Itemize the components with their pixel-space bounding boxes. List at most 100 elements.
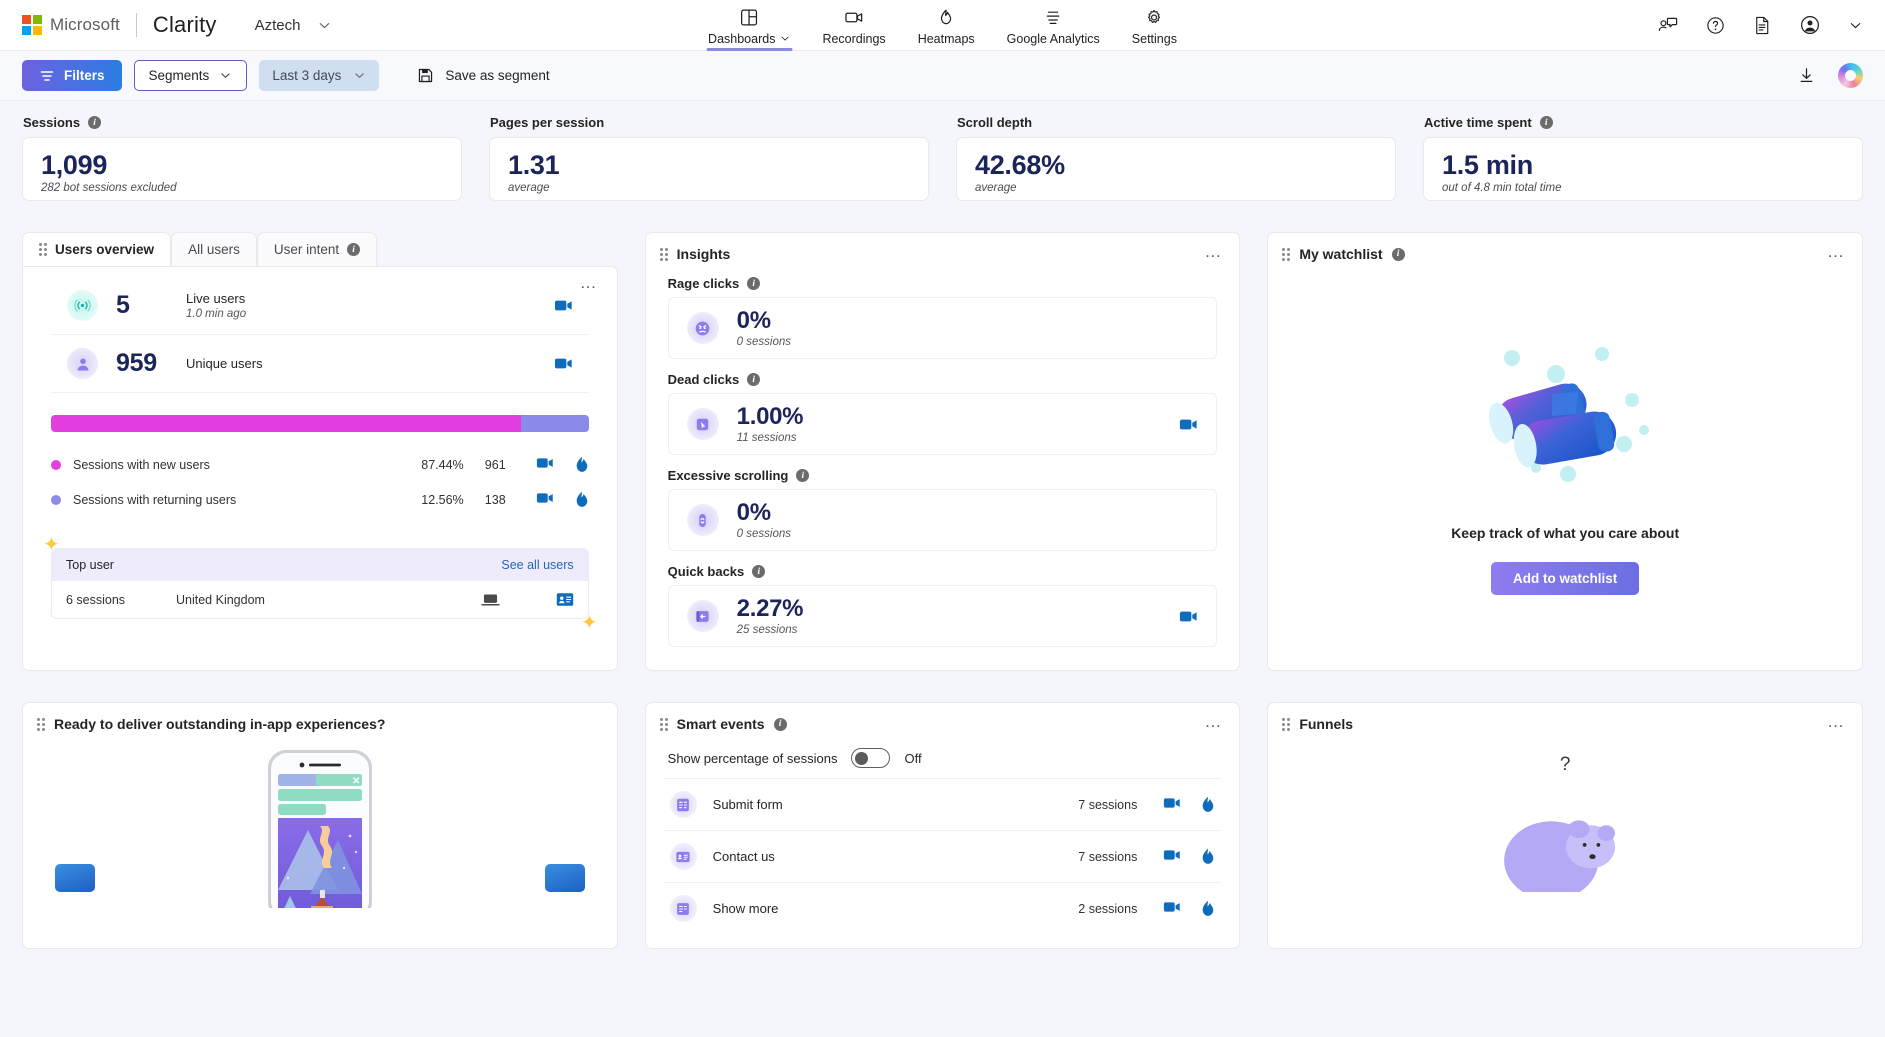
dashboard-content: Sessions i 1,099 282 bot sessions exclud… <box>0 101 1885 949</box>
info-icon[interactable]: i <box>774 718 787 731</box>
drag-handle-icon[interactable] <box>39 243 47 256</box>
chevron-down-icon[interactable] <box>1848 18 1863 33</box>
org-selector-label[interactable]: Aztech <box>255 17 301 34</box>
add-to-watchlist-button[interactable]: Add to watchlist <box>1491 562 1639 595</box>
kpi-header: Pages per session <box>489 115 929 130</box>
legend-returning-users: Sessions with returning users 12.56% 138 <box>45 485 595 514</box>
flame-icon[interactable] <box>1201 796 1215 813</box>
kpi-card: 1.31 average <box>489 137 929 201</box>
insight-label-excessive-scrolling: Excessive scrolling i <box>668 468 1218 483</box>
contact-icon <box>670 843 697 870</box>
insight-label-quick-backs: Quick backs i <box>668 564 1218 579</box>
copilot-icon[interactable] <box>1838 63 1863 88</box>
insights-widget: Insights … Rage clicks i 0% 0 sessions <box>645 232 1241 671</box>
segments-dropdown[interactable]: Segments <box>134 60 248 91</box>
smart-event-row-submit-form[interactable]: Submit form 7 sessions <box>664 778 1222 830</box>
chevron-down-icon <box>353 69 366 82</box>
filters-button[interactable]: Filters <box>22 60 122 91</box>
nav-item-google-analytics[interactable]: Google Analytics <box>991 3 1116 51</box>
microsoft-brand[interactable]: Microsoft <box>0 15 120 35</box>
docs-page-icon[interactable] <box>1752 15 1772 36</box>
flame-icon[interactable] <box>575 456 589 473</box>
save-as-segment-button[interactable]: Save as segment <box>407 60 559 91</box>
info-icon[interactable]: i <box>796 469 809 482</box>
drag-handle-icon[interactable] <box>660 718 668 731</box>
expand-icon <box>670 895 697 922</box>
video-camera-icon[interactable] <box>1179 417 1198 432</box>
widget-menu-button[interactable]: … <box>1827 717 1846 731</box>
video-camera-icon[interactable] <box>1163 848 1181 865</box>
legend-label: Sessions with returning users <box>73 493 404 507</box>
widget-menu-button[interactable]: … <box>580 277 599 289</box>
flame-icon[interactable] <box>1201 900 1215 917</box>
video-camera-icon[interactable] <box>536 456 554 473</box>
tab-users-overview[interactable]: Users overview <box>22 232 171 266</box>
video-camera-icon[interactable] <box>1179 609 1198 624</box>
info-icon[interactable]: i <box>747 373 760 386</box>
top-user-card: Top user See all users 6 sessions United… <box>51 548 589 619</box>
smart-event-row-contact-us[interactable]: Contact us 7 sessions <box>664 830 1222 882</box>
chevron-down-icon <box>219 69 232 82</box>
widget-menu-button[interactable]: … <box>1204 717 1223 731</box>
info-icon[interactable]: i <box>747 277 760 290</box>
top-user-sessions: 6 sessions <box>66 593 176 607</box>
insight-label-text: Excessive scrolling <box>668 468 789 483</box>
show-percentage-label: Show percentage of sessions <box>668 751 838 766</box>
drag-handle-icon[interactable] <box>1282 248 1290 261</box>
drag-handle-icon[interactable] <box>37 718 45 731</box>
widget-menu-button[interactable]: … <box>1827 247 1846 261</box>
kpi-pages-per-session: Pages per session 1.31 average <box>489 115 929 201</box>
insight-values: 0% 0 sessions <box>737 308 791 347</box>
watchlist-title: My watchlist <box>1299 246 1382 262</box>
smart-events-body: Show percentage of sessions Off Submit f… <box>646 732 1240 948</box>
nav-item-recordings[interactable]: Recordings <box>806 3 901 51</box>
flame-icon[interactable] <box>1201 848 1215 865</box>
legend-percent: 12.56% <box>416 493 464 507</box>
video-camera-icon[interactable] <box>554 298 573 313</box>
info-icon[interactable]: i <box>1540 116 1553 129</box>
video-camera-icon[interactable] <box>554 356 573 371</box>
kpi-header: Sessions i <box>22 115 462 130</box>
see-all-users-link[interactable]: See all users <box>501 558 573 572</box>
smart-events-widget: Smart events i … Show percentage of sess… <box>645 702 1241 949</box>
inapp-header: Ready to deliver outstanding in-app expe… <box>23 703 617 732</box>
tab-user-intent[interactable]: User intent i <box>257 232 377 266</box>
info-icon[interactable]: i <box>752 565 765 578</box>
users-overview-widget: Users overview All users User intent i …… <box>22 232 618 671</box>
widget-grid-row-1: Users overview All users User intent i …… <box>22 232 1863 671</box>
drag-handle-icon[interactable] <box>660 248 668 261</box>
funnels-header: Funnels … <box>1268 703 1862 732</box>
nav-item-settings[interactable]: Settings <box>1116 3 1193 51</box>
flame-icon <box>937 7 956 29</box>
video-camera-icon[interactable] <box>536 491 554 508</box>
kpi-active-time-spent: Active time spent i 1.5 min out of 4.8 m… <box>1423 115 1863 201</box>
people-feedback-icon[interactable] <box>1657 15 1679 35</box>
save-as-segment-label: Save as segment <box>445 68 549 83</box>
help-question-icon[interactable] <box>1705 15 1726 36</box>
chevron-down-icon[interactable] <box>317 18 332 33</box>
video-camera-icon[interactable] <box>1163 900 1181 917</box>
date-range-dropdown[interactable]: Last 3 days <box>259 60 379 91</box>
watchlist-widget: My watchlist i … <box>1267 232 1863 671</box>
legend-new-users: Sessions with new users 87.44% 961 <box>45 450 595 479</box>
flame-icon[interactable] <box>575 491 589 508</box>
info-icon[interactable]: i <box>347 243 360 256</box>
contact-card-icon[interactable] <box>556 592 574 607</box>
tab-all-users[interactable]: All users <box>171 232 257 266</box>
tab-label: User intent <box>274 242 339 257</box>
nav-item-heatmaps[interactable]: Heatmaps <box>902 3 991 51</box>
show-percentage-switch[interactable] <box>851 748 890 768</box>
segments-label: Segments <box>149 68 210 83</box>
info-icon[interactable]: i <box>88 116 101 129</box>
nav-item-dashboards[interactable]: Dashboards <box>692 3 806 51</box>
widget-menu-button[interactable]: … <box>1204 247 1223 261</box>
account-avatar-icon[interactable] <box>1798 13 1822 37</box>
video-camera-icon[interactable] <box>1163 796 1181 813</box>
smart-event-count: 7 sessions <box>1078 798 1137 812</box>
download-icon[interactable] <box>1797 66 1816 85</box>
info-icon[interactable]: i <box>1392 248 1405 261</box>
drag-handle-icon[interactable] <box>1282 718 1290 731</box>
smart-event-row-show-more[interactable]: Show more 2 sessions <box>664 882 1222 934</box>
header-actions <box>1657 13 1885 37</box>
phone-mockup-illustration: ✕ <box>23 732 617 892</box>
